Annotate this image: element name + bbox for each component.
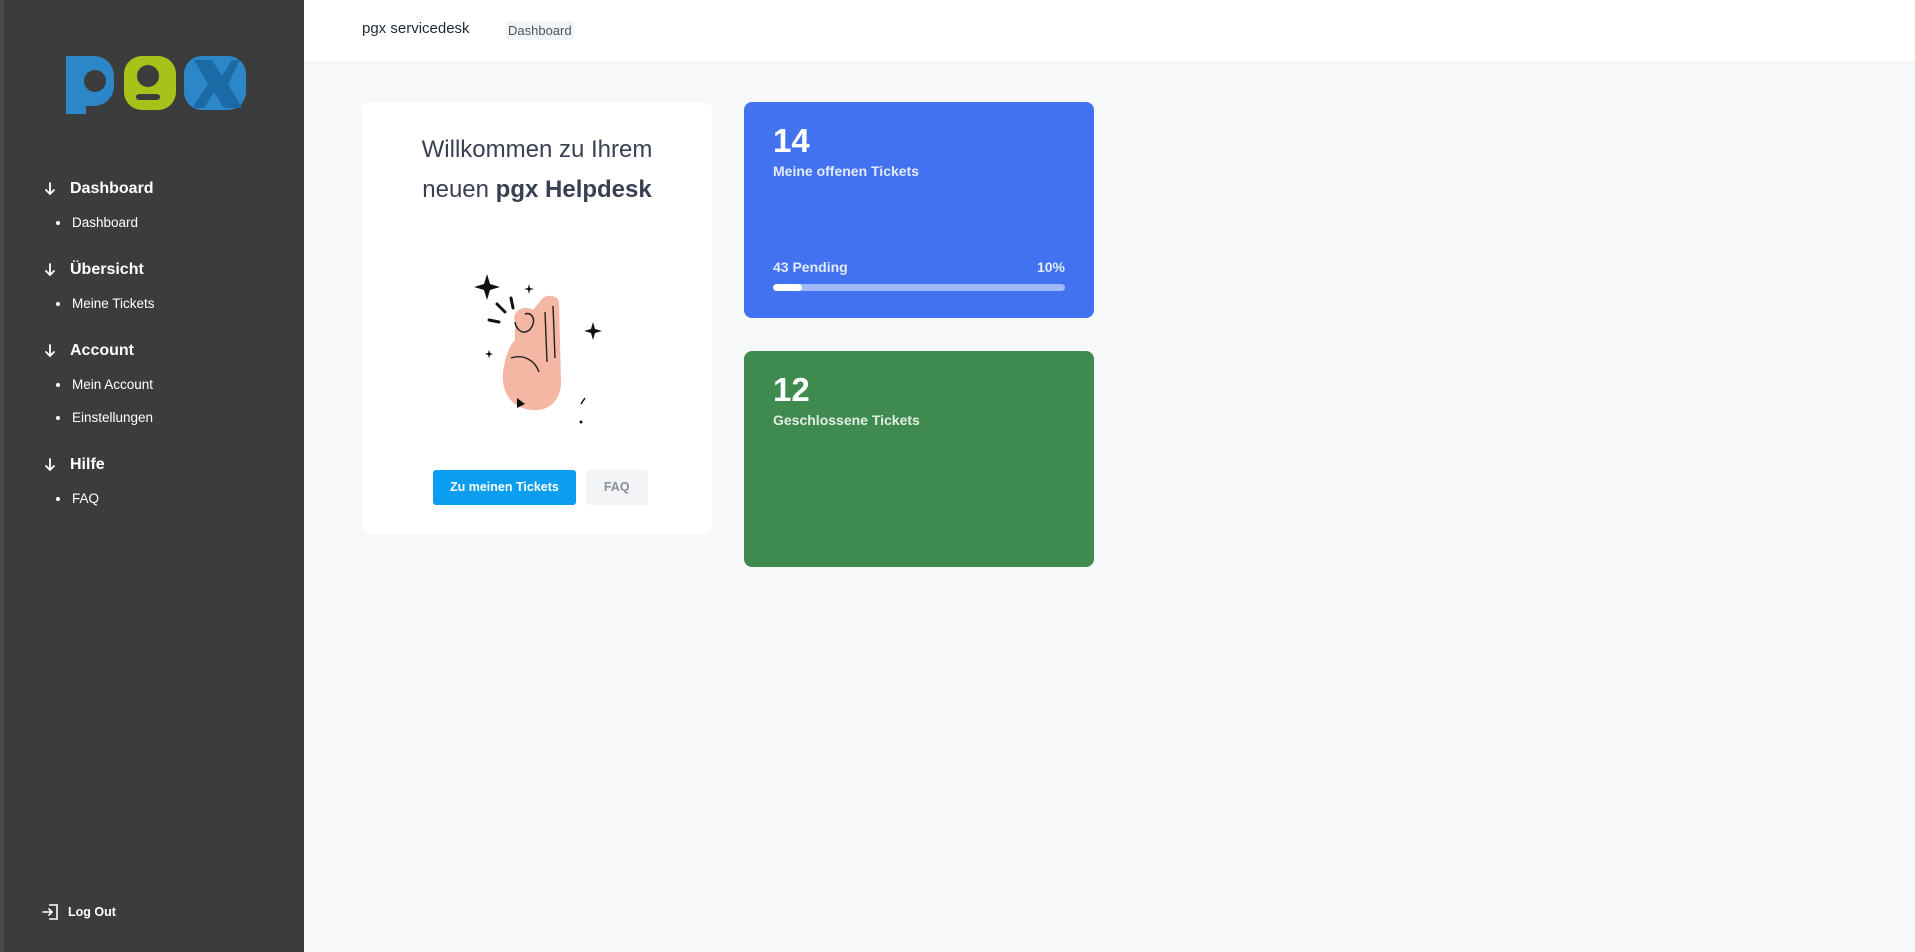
- sidebar-item-meine-tickets[interactable]: Meine Tickets: [42, 287, 292, 320]
- sidebar-item-dashboard[interactable]: Dashboard: [42, 206, 292, 239]
- bullet-icon: [56, 496, 60, 501]
- sidebar-item-mein-account[interactable]: Mein Account: [42, 368, 292, 401]
- nav-heading-hilfe[interactable]: Hilfe: [42, 448, 292, 482]
- sidebar-item-label: Dashboard: [72, 215, 139, 230]
- ok-hand-illustration: [474, 274, 602, 424]
- welcome-card: Willkommen zu Ihrem neuen pgx Helpdesk Z…: [362, 102, 712, 534]
- app-title[interactable]: pgx servicedesk: [362, 20, 470, 37]
- closed-tickets-label: Geschlossene Tickets: [773, 412, 920, 428]
- top-bar: pgx servicedesk Dashboard: [304, 0, 1915, 62]
- open-tickets-count: 14: [773, 122, 810, 159]
- welcome-line-2-bold: pgx Helpdesk: [495, 176, 652, 203]
- welcome-line-2-prefix: neuen: [422, 176, 496, 203]
- bullet-icon: [56, 415, 60, 420]
- logout-label: Log Out: [68, 905, 116, 919]
- nav-section-dashboard: Dashboard Dashboard: [42, 172, 292, 239]
- sidebar-item-label: FAQ: [72, 491, 100, 506]
- my-tickets-button[interactable]: Zu meinen Tickets: [433, 470, 576, 505]
- pending-percent: 10%: [1036, 259, 1065, 275]
- sidebar-item-faq[interactable]: FAQ: [42, 482, 292, 515]
- nav-heading-uebersicht[interactable]: Übersicht: [42, 253, 292, 287]
- sidebar-nav: Dashboard Dashboard Übersicht Meine Tick…: [42, 172, 292, 529]
- nav-heading-account[interactable]: Account: [42, 334, 292, 368]
- sidebar: Dashboard Dashboard Übersicht Meine Tick…: [0, 0, 304, 952]
- pending-progress-fill: [773, 284, 803, 291]
- nav-heading-label: Hilfe: [70, 456, 105, 473]
- nav-section-account: Account Mein Account Einstellungen: [42, 334, 292, 434]
- closed-tickets-card[interactable]: 12 Geschlossene Tickets: [744, 351, 1094, 567]
- sidebar-item-label: Mein Account: [72, 377, 154, 392]
- nav-heading-dashboard[interactable]: Dashboard: [42, 172, 292, 206]
- breadcrumb[interactable]: Dashboard: [506, 21, 574, 40]
- nav-heading-label: Übersicht: [70, 261, 144, 278]
- open-tickets-card[interactable]: 14 Meine offenen Tickets 43 Pending 10%: [744, 102, 1094, 318]
- arrow-down-icon: [42, 456, 58, 474]
- logout-icon: [42, 904, 58, 920]
- welcome-line-1: Willkommen zu Ihrem: [421, 136, 653, 163]
- sidebar-item-label: Einstellungen: [72, 410, 154, 425]
- faq-button[interactable]: FAQ: [585, 470, 648, 505]
- bullet-icon: [56, 220, 60, 225]
- nav-heading-label: Dashboard: [70, 180, 154, 197]
- arrow-down-icon: [42, 342, 58, 360]
- nav-heading-label: Account: [70, 342, 134, 359]
- nav-section-hilfe: Hilfe FAQ: [42, 448, 292, 515]
- closed-tickets-count: 12: [773, 371, 810, 408]
- welcome-actions: Zu meinen Tickets FAQ: [433, 470, 648, 505]
- arrow-down-icon: [42, 261, 58, 279]
- sidebar-item-einstellungen[interactable]: Einstellungen: [42, 401, 292, 434]
- nav-section-uebersicht: Übersicht Meine Tickets: [42, 253, 292, 320]
- pending-label: 43 Pending: [773, 259, 848, 275]
- pgx-logo[interactable]: [62, 50, 252, 116]
- bullet-icon: [56, 301, 60, 306]
- open-tickets-label: Meine offenen Tickets: [773, 163, 920, 179]
- logout-button[interactable]: Log Out: [42, 903, 116, 921]
- welcome-heading: Willkommen zu Ihrem neuen pgx Helpdesk: [362, 130, 712, 210]
- arrow-down-icon: [42, 180, 58, 198]
- pending-progress-bar: [773, 284, 1065, 291]
- sidebar-item-label: Meine Tickets: [72, 296, 155, 311]
- bullet-icon: [56, 382, 60, 387]
